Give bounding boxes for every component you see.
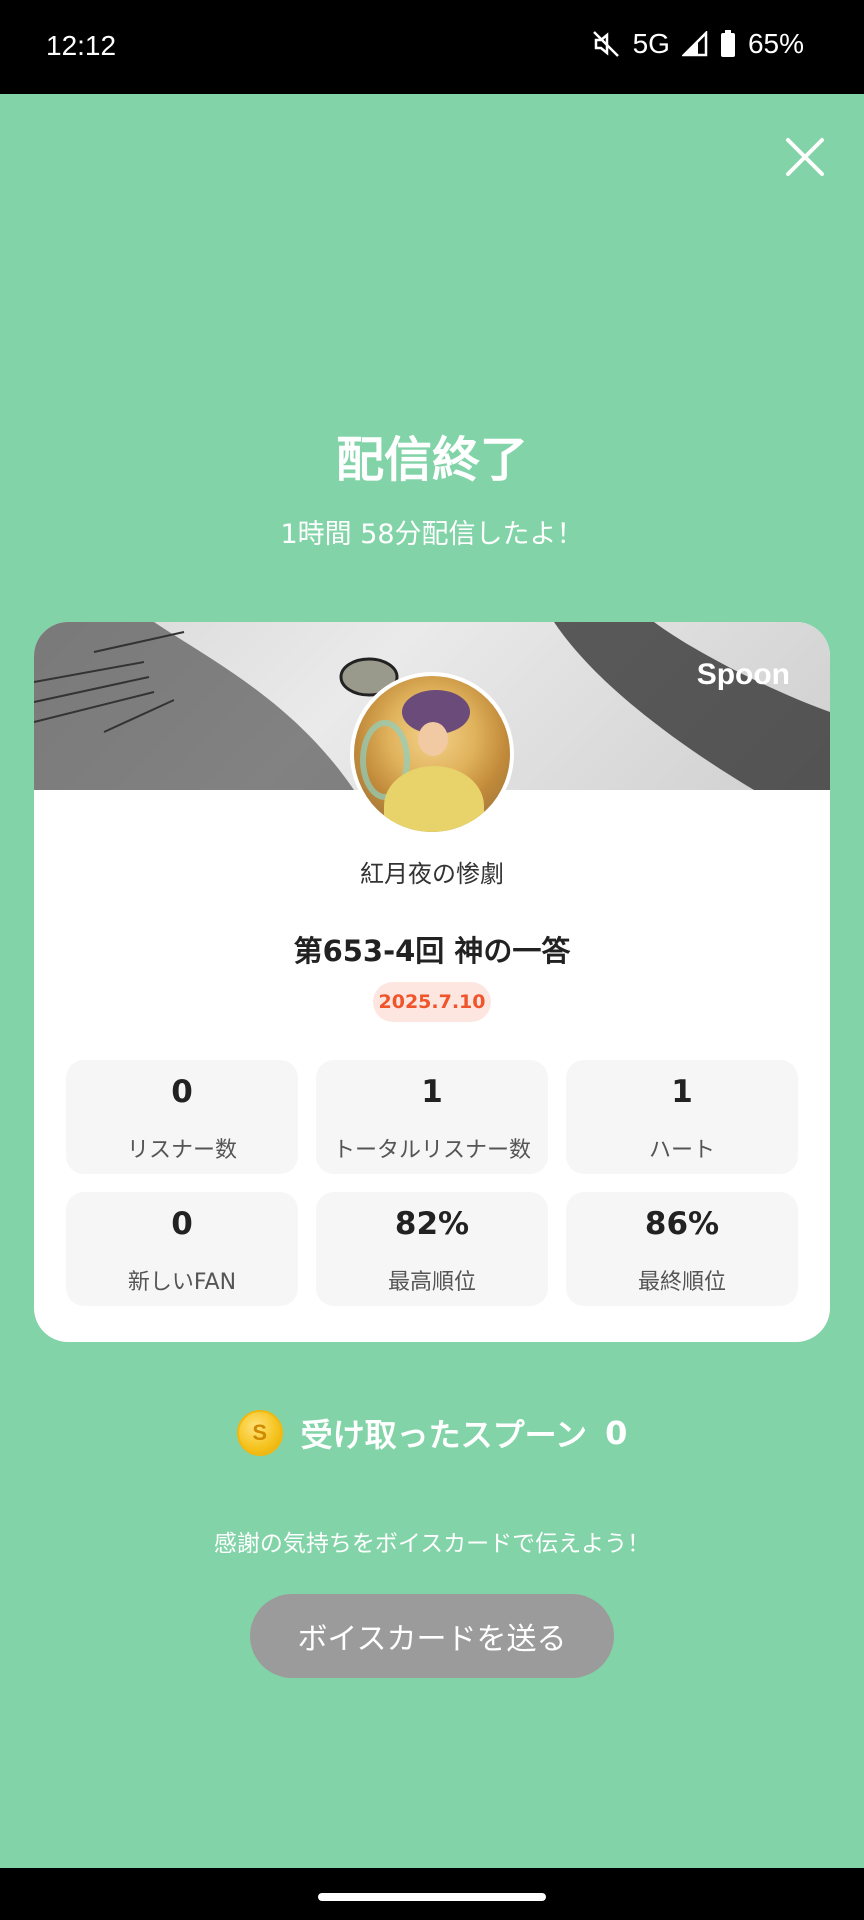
- stat-label: トータルリスナー数: [332, 1138, 531, 1163]
- status-bar: 12:12 5G 65%: [0, 0, 864, 94]
- stat-label: ハート: [648, 1138, 715, 1163]
- battery-icon: [720, 30, 736, 58]
- status-time: 12:12: [46, 30, 117, 61]
- stat-label: リスナー数: [126, 1138, 237, 1163]
- stats-grid: 0 リスナー数 1 トータルリスナー数 1 ハート 0 新しいFAN 82% 最…: [66, 1060, 798, 1306]
- stat-value: 0: [171, 1074, 193, 1110]
- status-icons: 5G 65%: [591, 28, 804, 60]
- home-gesture-handle[interactable]: [318, 1893, 546, 1901]
- stat-label: 最高順位: [387, 1270, 476, 1295]
- stat-value: 1: [421, 1074, 443, 1110]
- stat-label: 新しいFAN: [127, 1270, 237, 1295]
- broadcast-summary-card: Spoon 紅月夜の惨劇 第653-4回 神の一答 2025.7.10 0 リス…: [34, 622, 830, 1342]
- spoon-coin-icon: S: [236, 1410, 283, 1456]
- battery-percent: 65%: [747, 28, 804, 59]
- stat-value: 0: [171, 1206, 193, 1242]
- avatar[interactable]: [350, 672, 514, 836]
- brand-logo: Spoon: [696, 658, 790, 691]
- stat-value: 1: [671, 1074, 693, 1110]
- spoons-label: 受け取ったスプーン: [300, 1416, 588, 1454]
- stat-new-fans: 0 新しいFAN: [66, 1192, 298, 1306]
- send-voice-card-button[interactable]: ボイスカードを送る: [250, 1594, 614, 1678]
- mute-icon: [591, 29, 621, 59]
- duration-text: 1時間 58分配信したよ！: [280, 519, 584, 550]
- date-badge: 2025.7.10: [373, 982, 491, 1022]
- stat-value: 86%: [644, 1206, 720, 1242]
- stat-listeners: 0 リスナー数: [66, 1060, 298, 1174]
- close-button[interactable]: [780, 132, 830, 182]
- stat-hearts: 1 ハート: [566, 1060, 798, 1174]
- signal-icon: [681, 31, 708, 57]
- stat-label: 最終順位: [637, 1270, 726, 1295]
- page-title: 配信終了: [335, 432, 528, 488]
- stream-title: 第653-4回 神の一答: [293, 934, 571, 968]
- user-name: 紅月夜の惨劇: [360, 860, 504, 888]
- stat-highest-rank: 82% 最高順位: [316, 1192, 548, 1306]
- stat-value: 82%: [394, 1206, 470, 1242]
- spoons-received: S 受け取ったスプーン 0: [0, 1410, 864, 1456]
- stat-total-listeners: 1 トータルリスナー数: [316, 1060, 548, 1174]
- spoons-count: 0: [605, 1414, 628, 1452]
- network-label: 5G: [632, 28, 670, 59]
- stat-final-rank: 86% 最終順位: [566, 1192, 798, 1306]
- thanks-text: 感謝の気持ちをボイスカードで伝えよう！: [213, 1531, 651, 1557]
- close-icon: [786, 138, 824, 176]
